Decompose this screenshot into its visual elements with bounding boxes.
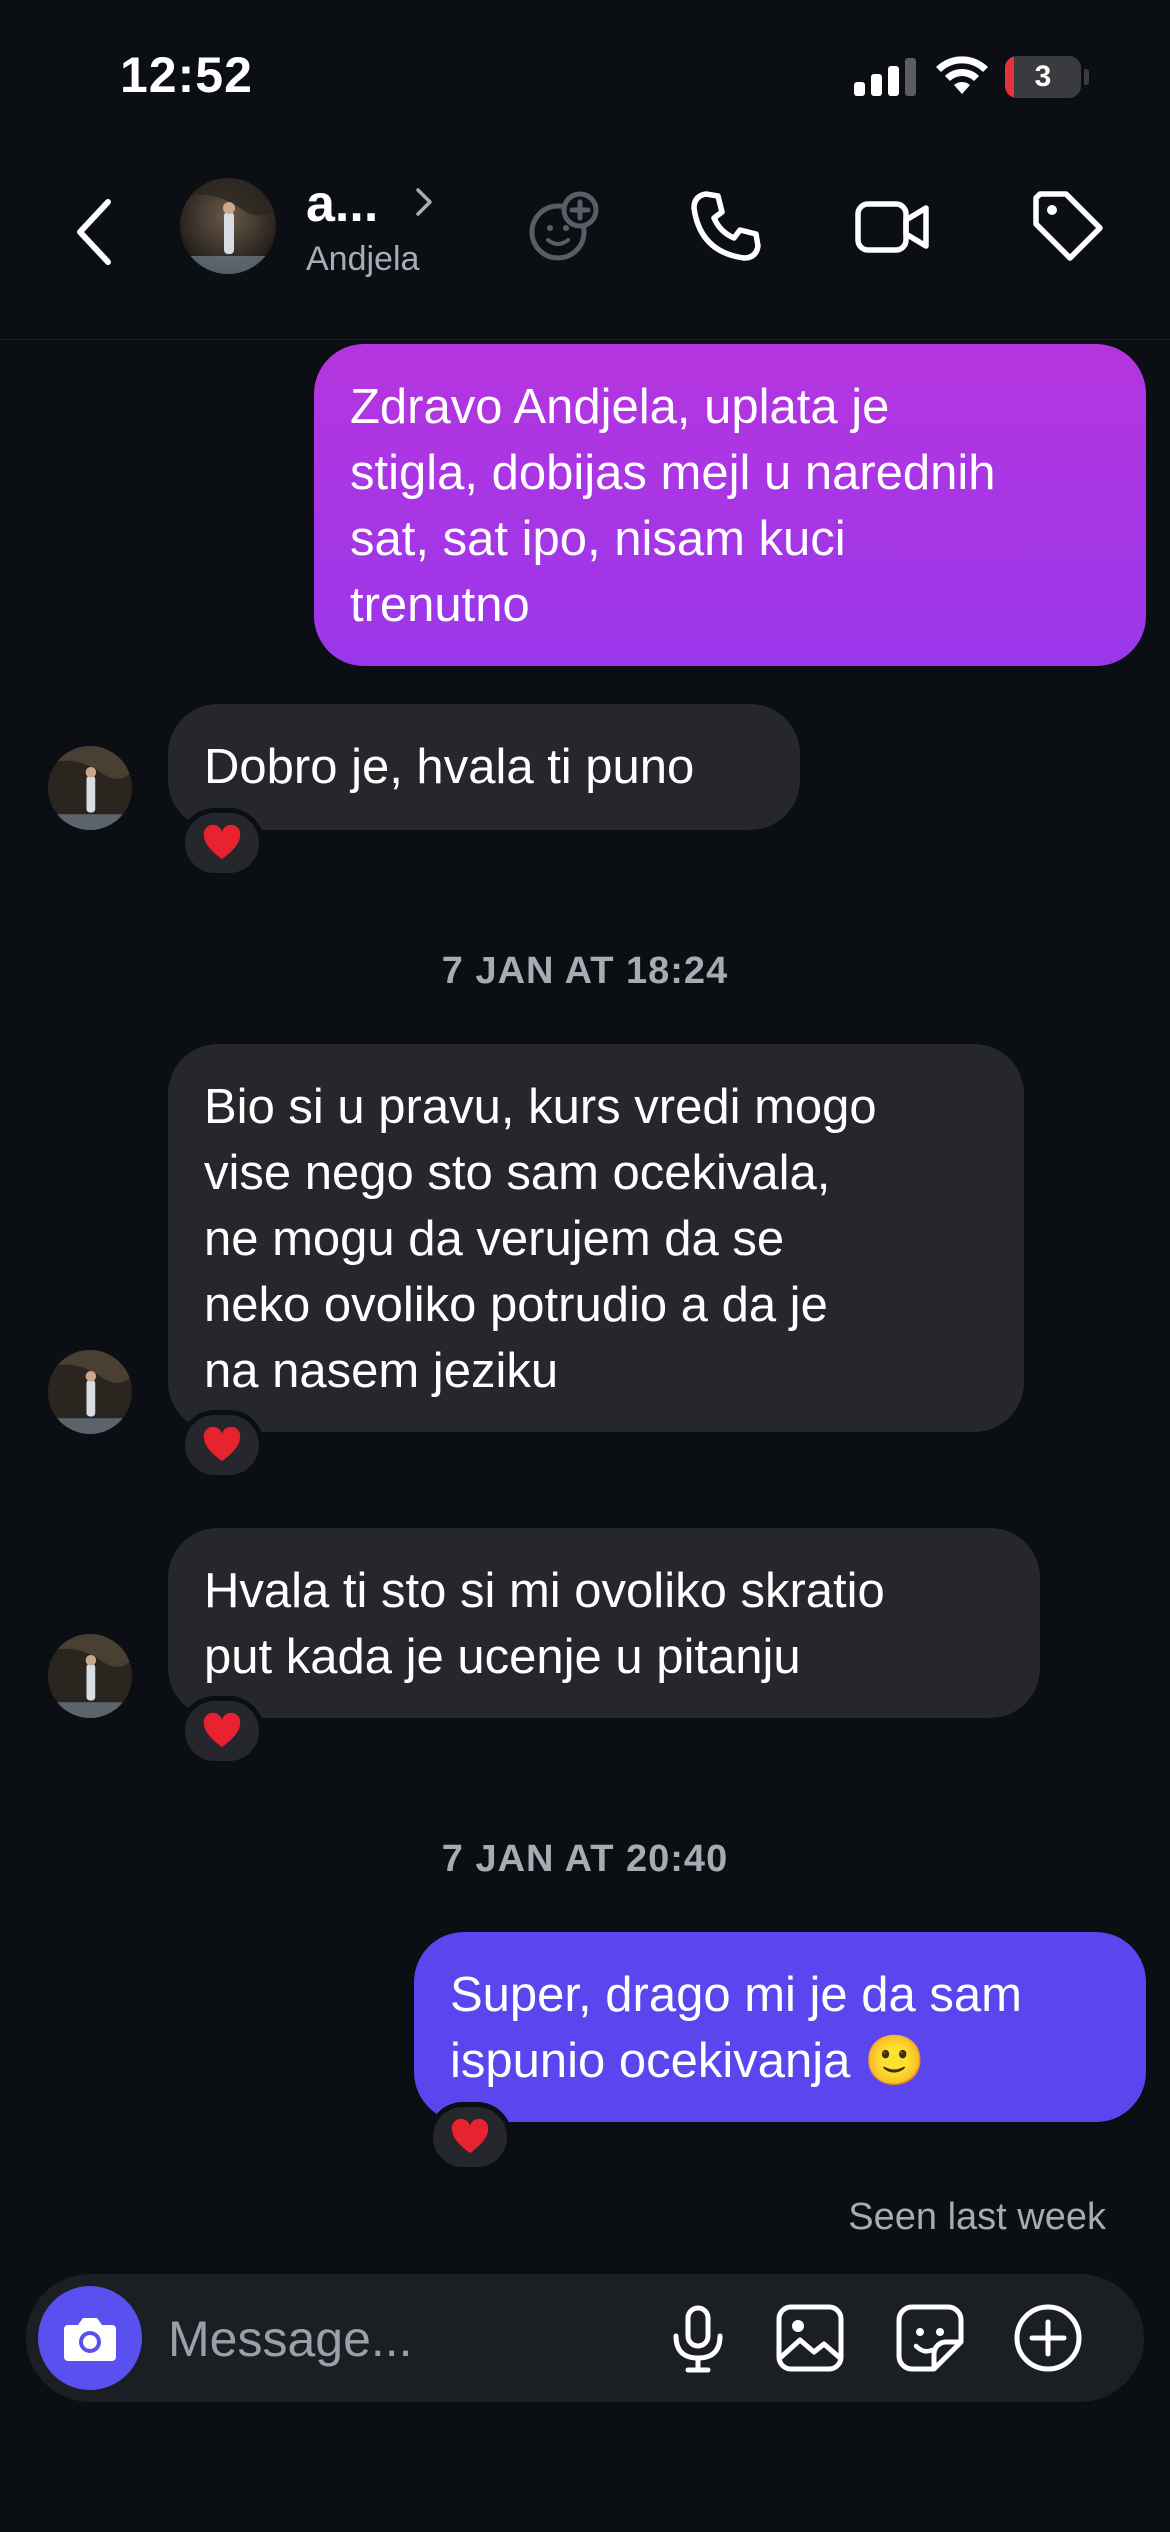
timestamp: 7 JAN AT 18:24 — [441, 950, 729, 992]
add-effect-icon[interactable] — [524, 186, 604, 266]
contact-name[interactable]: a... — [306, 174, 378, 234]
sender-avatar[interactable] — [48, 746, 132, 830]
outgoing-message[interactable]: Zdravo Andjela, uplata je stigla, dobija… — [314, 344, 1146, 666]
chat-header: a... Andjela — [0, 150, 1170, 340]
gallery-icon[interactable] — [774, 2302, 846, 2374]
seen-status: Seen last week — [848, 2196, 1106, 2238]
camera-button[interactable] — [38, 2286, 142, 2390]
phone-icon[interactable] — [686, 186, 766, 266]
camera-icon — [64, 2318, 116, 2361]
incoming-message[interactable]: Bio si u pravu, kurs vredi mogo vise neg… — [168, 1044, 1024, 1432]
heart-reaction[interactable] — [180, 808, 264, 878]
outgoing-message[interactable]: Super, drago mi je da sam ispunio ocekiv… — [414, 1932, 1146, 2122]
battery-indicator: 3 — [1005, 56, 1089, 98]
timestamp: 7 JAN AT 20:40 — [441, 1838, 729, 1880]
heart-icon — [203, 825, 241, 859]
back-icon[interactable] — [68, 192, 124, 272]
heart-icon — [203, 1713, 241, 1747]
heart-reaction[interactable] — [180, 1696, 264, 1766]
heart-reaction[interactable] — [180, 1410, 264, 1480]
status-bar: 12:52 3 — [0, 0, 1170, 150]
sender-avatar[interactable] — [48, 1350, 132, 1434]
contact-username[interactable]: Andjela — [306, 240, 419, 279]
cellular-signal-icon — [854, 56, 916, 96]
home-indicator-area — [0, 2470, 1170, 2532]
battery-level: 3 — [1034, 60, 1052, 93]
chevron-right-icon[interactable] — [412, 182, 436, 222]
sender-avatar[interactable] — [48, 1634, 132, 1718]
chat-screen: 12:52 3 a... Andjela Zdravo Andjela, upl… — [0, 0, 1170, 2532]
heart-reaction[interactable] — [428, 2102, 512, 2172]
contact-avatar[interactable] — [180, 178, 276, 274]
microphone-icon[interactable] — [662, 2302, 734, 2374]
wifi-icon — [934, 52, 990, 96]
plus-icon[interactable] — [1012, 2302, 1084, 2374]
heart-icon — [203, 1427, 241, 1461]
status-time: 12:52 — [120, 47, 253, 103]
video-call-icon[interactable] — [852, 186, 932, 266]
incoming-message[interactable]: Hvala ti sto si mi ovoliko skratio put k… — [168, 1528, 1040, 1718]
heart-icon — [451, 2119, 489, 2153]
message-input[interactable] — [168, 2304, 588, 2374]
sticker-icon[interactable] — [894, 2302, 966, 2374]
incoming-message[interactable]: Dobro je, hvala ti puno — [168, 704, 800, 830]
tag-icon[interactable] — [1026, 186, 1106, 266]
message-composer — [26, 2274, 1144, 2402]
